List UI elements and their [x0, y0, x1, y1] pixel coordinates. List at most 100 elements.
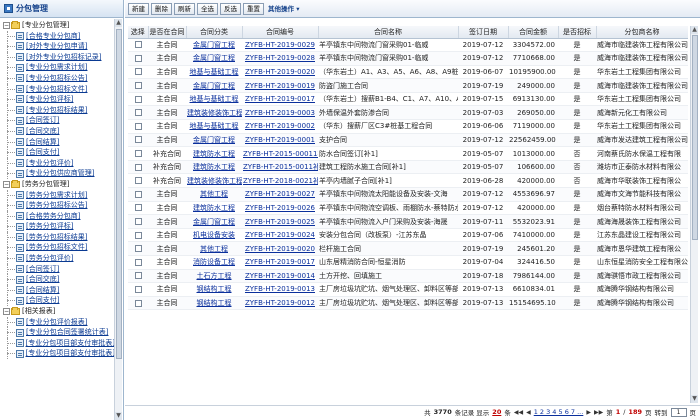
tree-item[interactable]: [合格专业分包商] — [0, 30, 115, 42]
row-checkbox[interactable] — [134, 299, 142, 307]
contract-number-link[interactable]: ZYFB-HT-2019-0013 — [245, 285, 315, 293]
more-operations-dropdown[interactable]: 其他操作 ▾ — [266, 3, 302, 15]
scroll-down-arrow-icon[interactable]: ▼ — [115, 412, 122, 420]
tree-item[interactable]: [合同交底] — [0, 274, 115, 285]
row-checkbox[interactable] — [134, 82, 142, 90]
row-checkbox[interactable] — [134, 231, 142, 239]
column-header[interactable]: 合同编号 — [242, 26, 319, 39]
tree-item[interactable]: [专业分包评价报表] — [0, 316, 115, 328]
tree-item[interactable]: [合同结算] — [0, 284, 115, 296]
category-link[interactable]: 金属门窗工程 — [193, 136, 235, 144]
contract-number-link[interactable]: ZYFB-HT-2018-0021补1 — [243, 177, 318, 185]
tree-item[interactable]: [合同签订] — [0, 115, 115, 126]
tree-group[interactable]: − [劳务分包管理] — [0, 179, 115, 190]
delete-button[interactable]: 删除 — [151, 2, 172, 15]
tree-item[interactable]: [合同支付] — [0, 147, 115, 158]
category-link[interactable]: 地基与基础工程 — [190, 122, 239, 130]
row-checkbox[interactable] — [134, 204, 142, 212]
category-link[interactable]: 建筑装修装饰工程 — [187, 109, 242, 117]
contract-number-link[interactable]: ZYFB-HT-2019-0028 — [245, 54, 315, 62]
prev-page-icon[interactable]: ◀ — [526, 409, 531, 416]
category-link[interactable]: 金属门窗工程 — [193, 54, 235, 62]
table-row[interactable]: 主合同 消防设备工程 ZYFB-HT-2019-0017 山东居精消防合同-恒星消防 2… — [128, 255, 688, 270]
column-header[interactable]: 签订日期 — [458, 26, 509, 39]
contract-number-link[interactable]: ZYFB-HT-2015-00011补1 — [243, 150, 318, 158]
category-link[interactable]: 金属门窗工程 — [193, 218, 235, 226]
tree-item[interactable]: [合同签订] — [0, 263, 115, 275]
table-row[interactable]: 补充合同 建筑防水工程 ZYFB-HT-2015-0011补1 建筑工程防水施工合同[… — [128, 160, 688, 175]
category-link[interactable]: 消防设备工程 — [193, 258, 235, 266]
table-row[interactable]: 主合同 地基与基础工程 ZYFB-HT-2019-0020 （华东岩土）A1、A3、A… — [128, 65, 688, 80]
row-checkbox[interactable] — [134, 272, 142, 280]
tree-item[interactable]: [专业分包招标结果] — [0, 104, 115, 116]
row-checkbox[interactable] — [134, 245, 142, 253]
table-row[interactable]: 补充合同 建筑装修装饰工程 ZYFB-HT-2018-0021补1 羊亭内墙腻子合同[… — [128, 173, 688, 189]
contract-number-link[interactable]: ZYFB-HT-2019-0024 — [245, 231, 315, 239]
tree-item[interactable]: [合同结算] — [0, 136, 115, 148]
scroll-up-arrow-icon[interactable]: ▲ — [691, 26, 698, 34]
table-row[interactable]: 主合同 金属门窗工程 ZYFB-HT-2019-0029 羊亭镇东中间物流门窗采购01… — [128, 38, 688, 53]
tree-item[interactable]: [专业分包评价] — [0, 157, 115, 169]
tree-item[interactable]: [专业分包项目部支付审批表] — [0, 337, 115, 349]
tree-item[interactable]: [劳务分包需求计划] — [0, 189, 115, 201]
row-checkbox[interactable] — [134, 109, 142, 117]
contract-number-link[interactable]: ZYFB-HT-2019-0017 — [245, 258, 315, 266]
row-checkbox[interactable] — [134, 68, 142, 76]
category-link[interactable]: 建筑防水工程 — [193, 150, 235, 158]
table-row[interactable]: 主合同 金属门窗工程 ZYFB-HT-2019-0001 支护合同 2019-07-12… — [128, 133, 688, 148]
table-row[interactable]: 主合同 金属门窗工程 ZYFB-HT-2019-0019 防盗门施工合同 2019-07… — [128, 78, 688, 93]
table-row[interactable]: 主合同 建筑装修装饰工程 ZYFB-HT-2019-0003 外墙保温外套防渗合同 20… — [128, 105, 688, 121]
tree-item[interactable]: [合同支付] — [0, 295, 115, 306]
column-header[interactable]: 合同分类 — [186, 26, 243, 39]
collapse-toggle-icon[interactable]: − — [3, 307, 10, 315]
category-link[interactable]: 建筑防水工程 — [193, 163, 235, 171]
reset-button[interactable]: 重置 — [243, 2, 264, 15]
category-link[interactable]: 其他工程 — [200, 245, 228, 253]
table-row[interactable]: 主合同 其他工程 ZYFB-HT-2019-0020 栏杆施工合同 2019-07-19… — [128, 241, 688, 256]
goto-page-input[interactable]: 1 — [670, 407, 687, 417]
row-checkbox[interactable] — [134, 122, 142, 130]
tree-item[interactable]: [专业分包评标] — [0, 94, 115, 105]
contract-number-link[interactable]: ZYFB-HT-2019-0001 — [245, 136, 315, 144]
table-row[interactable]: 主合同 机电设备安装 ZYFB-HT-2019-0024 安装分包合同（改板泵）-江苏… — [128, 228, 688, 243]
row-checkbox[interactable] — [134, 41, 142, 49]
contract-number-link[interactable]: ZYFB-HT-2019-0002 — [245, 122, 315, 130]
category-link[interactable]: 建筑防水工程 — [193, 204, 235, 212]
row-checkbox[interactable] — [134, 54, 142, 62]
tree-item[interactable]: [专业分包合同签署统计表] — [0, 327, 115, 338]
new-button[interactable]: 新建 — [128, 2, 149, 15]
invert-selection-button[interactable]: 反选 — [220, 2, 241, 15]
category-link[interactable]: 钢结构工程 — [197, 285, 232, 293]
contract-number-link[interactable]: ZYFB-HT-2019-0017 — [245, 95, 315, 103]
tree-group[interactable]: − [相关报表] — [0, 306, 115, 317]
row-checkbox[interactable] — [134, 177, 142, 185]
column-header[interactable]: 合同名称 — [318, 26, 459, 39]
table-row[interactable]: 主合同 建筑防水工程 ZYFB-HT-2019-0026 羊亭镇东中间物流空调板、雨棚… — [128, 201, 688, 216]
category-link[interactable]: 其他工程 — [200, 190, 228, 198]
category-link[interactable]: 金属门窗工程 — [193, 41, 235, 49]
contract-number-link[interactable]: ZYFB-HT-2019-0020 — [245, 68, 315, 76]
contract-number-link[interactable]: ZYFB-HT-2019-0025 — [245, 218, 315, 226]
column-header[interactable]: 是否招标 — [558, 26, 597, 39]
row-checkbox[interactable] — [134, 285, 142, 293]
column-header[interactable]: 分包商名称 — [596, 26, 688, 39]
category-link[interactable]: 地基与基础工程 — [190, 95, 239, 103]
category-link[interactable]: 建筑装修装饰工程 — [187, 177, 242, 185]
contract-number-link[interactable]: ZYFB-HT-2019-0029 — [245, 41, 315, 49]
collapse-toggle-icon[interactable]: − — [3, 180, 10, 188]
table-row[interactable]: 主合同 钢结构工程 ZYFB-HT-2019-0012 主厂房垃圾坑贮坑、烟气处理区、… — [128, 296, 688, 311]
page-size-link[interactable]: 20 — [492, 408, 501, 416]
contract-number-link[interactable]: ZYFB-HT-2019-0026 — [245, 204, 315, 212]
row-checkbox[interactable] — [134, 218, 142, 226]
table-row[interactable]: 主合同 地基与基础工程 ZYFB-HT-2019-0002 （华东）搜薪厂区C3#桩基… — [128, 119, 688, 134]
tree-item[interactable]: [专业分包供应商管理] — [0, 168, 115, 179]
tree-item[interactable]: [专业分包招标文件] — [0, 83, 115, 95]
category-link[interactable]: 机电设备安装 — [193, 231, 235, 239]
table-row[interactable]: 主合同 金属门窗工程 ZYFB-HT-2019-0025 羊亭镇东中间物流入户门采购及… — [128, 214, 688, 229]
row-checkbox[interactable] — [134, 150, 142, 158]
contract-number-link[interactable]: ZYFB-HT-2015-0011补1 — [243, 163, 318, 171]
grid-scrollbar[interactable]: ▲ ▼ — [690, 26, 698, 403]
row-checkbox[interactable] — [134, 136, 142, 144]
tree-item[interactable]: [合格劳务分包商] — [0, 210, 115, 222]
tree-item[interactable]: [对外专业分包招标记录] — [0, 51, 115, 63]
